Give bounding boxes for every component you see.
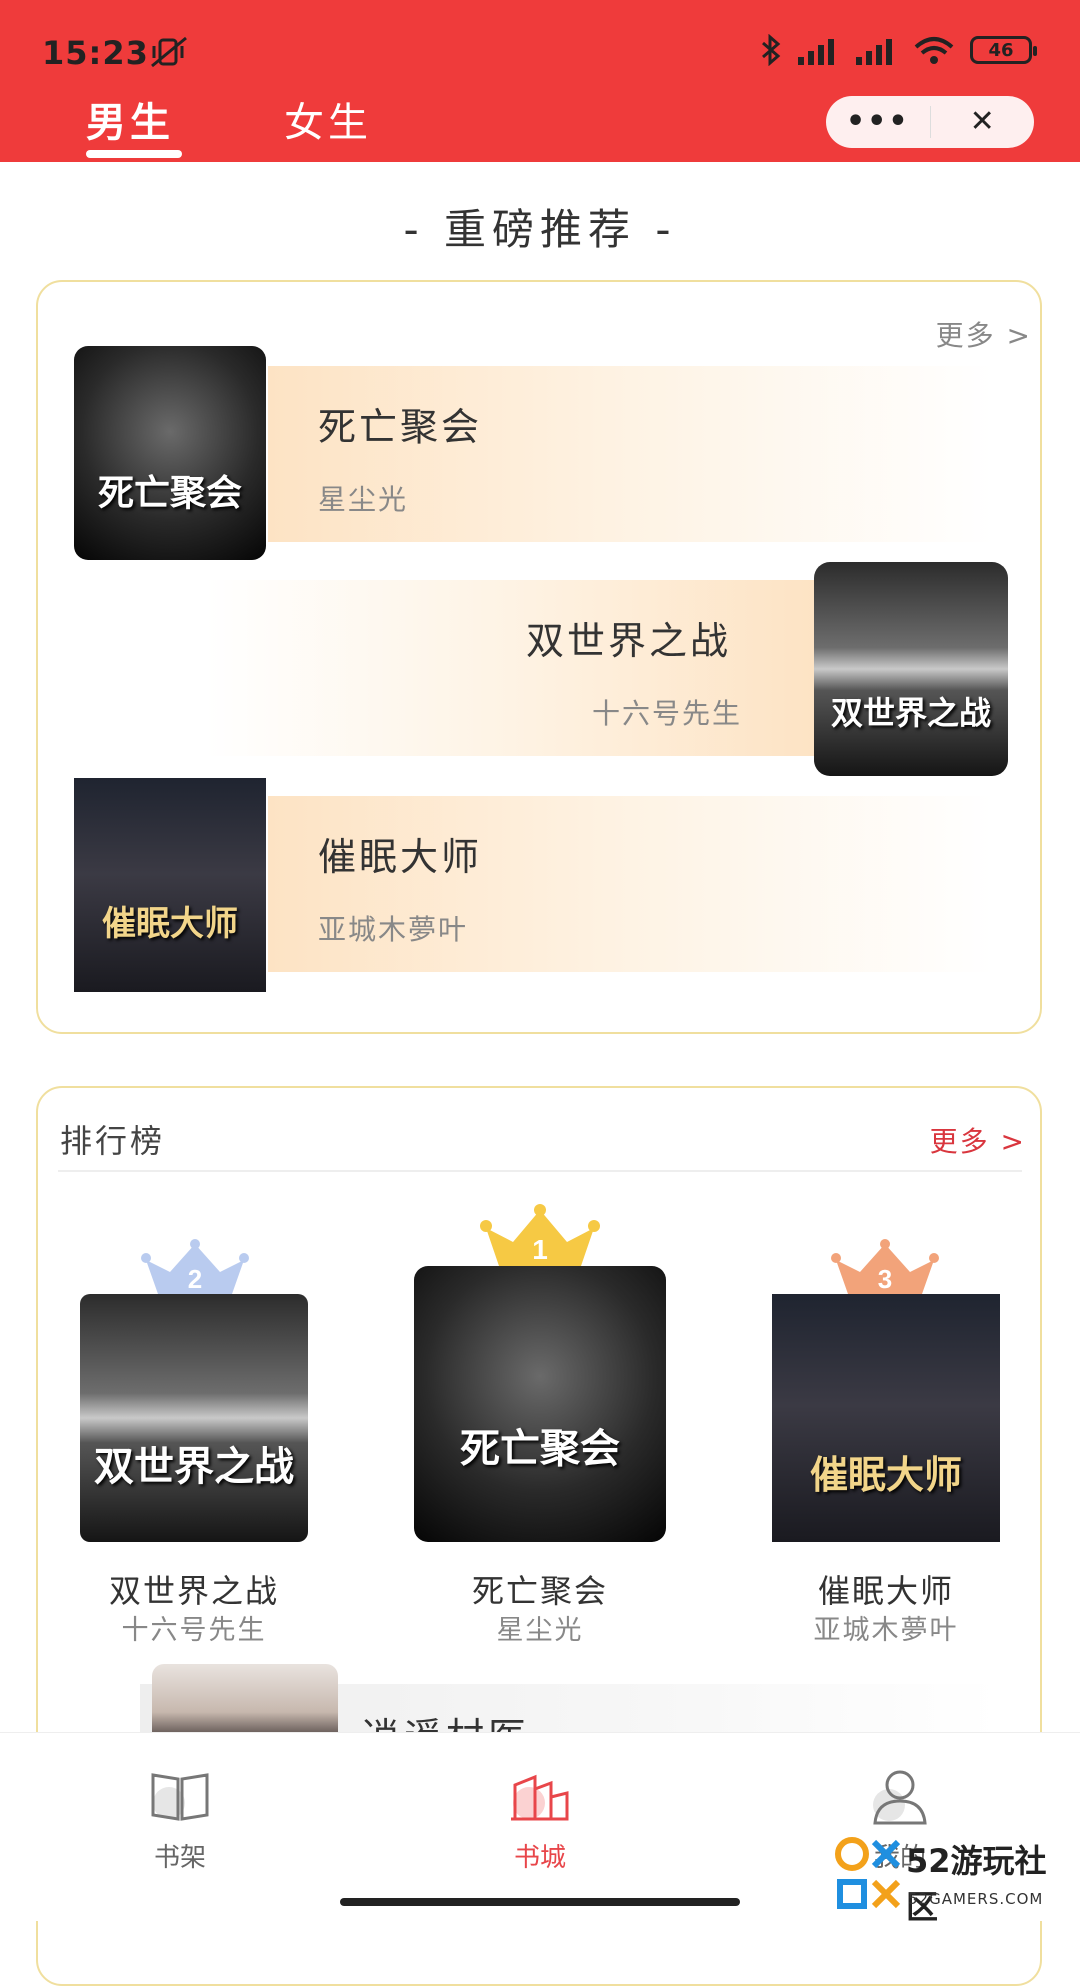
cover-title: 催眠大师 — [102, 904, 238, 944]
signal-icon — [798, 39, 834, 65]
status-icons: 46 — [760, 34, 1037, 66]
rank-number: 3 — [878, 1264, 892, 1294]
gold-crown-icon: 1 — [480, 1204, 600, 1266]
gender-tabs: 男生 女生 — [0, 84, 600, 162]
more-dots-icon: ••• — [845, 104, 910, 139]
cover-title: 催眠大师 — [809, 1452, 962, 1497]
book-author: 星尘光 — [318, 483, 409, 516]
ranking-more-link[interactable]: 更多 > — [930, 1120, 1026, 1160]
watermark-text: 52游玩社区 — [906, 1842, 1047, 1926]
nav-bookshelf[interactable]: 书架 — [100, 1767, 260, 1874]
tab-female[interactable]: 女生 — [284, 90, 372, 148]
vibrate-off-icon — [151, 36, 187, 68]
watermark: 52游玩社区 52GAMERS.COM — [834, 1836, 1074, 1926]
ranking-book-author: 星尘光 — [496, 1615, 584, 1646]
cover-title: 死亡聚会 — [97, 472, 242, 514]
ranking-book-author: 十六号先生 — [121, 1615, 267, 1646]
book-cover[interactable]: 双世界之战 — [814, 562, 1008, 776]
menu-more-button[interactable]: ••• — [826, 96, 930, 148]
book-cover[interactable]: 死亡聚会 — [74, 346, 266, 560]
ranking-title: 排行榜 — [60, 1122, 166, 1160]
book-author: 十六号先生 — [592, 697, 743, 730]
cover-title: 双世界之战 — [94, 1443, 294, 1490]
book-cover[interactable]: 催眠大师 — [74, 778, 266, 992]
status-time: 15:23 — [42, 34, 149, 72]
nav-label: 书架 — [153, 1843, 206, 1873]
miniapp-capsule: ••• ✕ — [826, 96, 1034, 148]
ranking-divider — [58, 1170, 1022, 1172]
book-icon — [151, 1773, 209, 1821]
book-title[interactable]: 双世界之战 — [526, 610, 731, 665]
ranking-book-title[interactable]: 催眠大师 — [746, 1566, 1026, 1612]
book-title[interactable]: 死亡聚会 — [318, 396, 482, 451]
signal-icon-2 — [856, 39, 892, 65]
section-heading: - 重磅推荐 - — [403, 205, 677, 254]
cover-title: 双世界之战 — [830, 694, 991, 732]
close-icon: ✕ — [969, 104, 995, 139]
ranking-book-author: 亚城木夢叶 — [813, 1615, 959, 1646]
close-button[interactable]: ✕ — [931, 96, 1035, 148]
cover-title: 死亡聚会 — [460, 1425, 620, 1472]
ranking-cover[interactable]: 双世界之战 — [80, 1294, 308, 1542]
nav-bookstore[interactable]: 书城 — [460, 1767, 620, 1874]
rank-number: 1 — [532, 1234, 548, 1265]
book-author: 亚城木夢叶 — [318, 913, 469, 946]
rank-number: 2 — [188, 1264, 202, 1294]
tab-male[interactable]: 男生 — [86, 90, 174, 148]
home-indicator[interactable] — [340, 1898, 740, 1906]
bronze-crown-icon: 3 — [831, 1239, 939, 1294]
nav-label: 书城 — [513, 1843, 566, 1873]
store-icon — [511, 1774, 569, 1821]
ranking-book-title[interactable]: 死亡聚会 — [400, 1566, 680, 1612]
battery-level: 46 — [988, 39, 1014, 61]
recommend-more-link[interactable]: 更多 > — [936, 314, 1032, 354]
wifi-icon — [914, 37, 954, 64]
book-title[interactable]: 催眠大师 — [318, 826, 482, 881]
bluetooth-icon — [762, 34, 781, 66]
user-icon — [873, 1770, 927, 1825]
active-tab-indicator — [86, 150, 182, 158]
top-header: 15:23 46 男生 女生 ••• ✕ — [0, 0, 1080, 162]
watermark-url: 52GAMERS.COM — [908, 1890, 1044, 1908]
silver-crown-icon: 2 — [141, 1239, 249, 1294]
battery-icon: 46 — [970, 36, 1037, 64]
ranking-cover[interactable]: 催眠大师 — [772, 1294, 1000, 1542]
ranking-cover[interactable]: 死亡聚会 — [414, 1266, 666, 1542]
ranking-book-title[interactable]: 双世界之战 — [54, 1566, 334, 1612]
watermark-logo-icon — [835, 1837, 901, 1909]
